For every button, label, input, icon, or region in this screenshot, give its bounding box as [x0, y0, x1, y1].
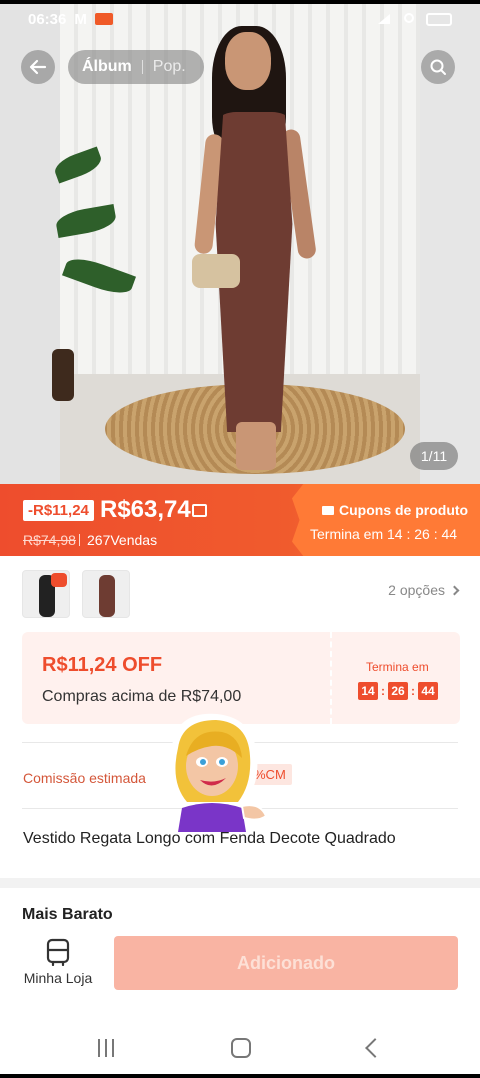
voucher-timer: 14 : 26 : 44 [358, 682, 438, 700]
timer-colon: : [381, 684, 385, 698]
media-tabs: Álbum Pop. [68, 50, 204, 84]
coupon-timer: Termina em 14 : 26 : 44 [310, 526, 458, 542]
timer-colon: : [411, 684, 415, 698]
variant-thumb-brown[interactable] [82, 570, 130, 618]
photo-model-legs [236, 422, 276, 470]
store-label: Minha Loja [23, 970, 93, 986]
search-button[interactable] [421, 50, 455, 84]
timer-hours: 14 [358, 682, 378, 700]
battery-icon [426, 12, 452, 26]
price-divider [79, 534, 80, 546]
discount-badge: -R$11,24 [23, 500, 94, 521]
photo-model-head [225, 32, 271, 90]
gmail-icon: M [74, 10, 87, 28]
current-price: R$63,74 [100, 496, 191, 523]
coupon-title[interactable]: Cupons de produto [322, 502, 468, 518]
location-icon [404, 13, 414, 23]
nav-back-button[interactable] [364, 1038, 385, 1058]
back-button[interactable] [21, 50, 55, 84]
my-store-button[interactable]: Minha Loja [20, 938, 96, 986]
original-price: R$74,98 [23, 532, 76, 548]
store-icon [46, 938, 70, 966]
tab-pop[interactable]: Pop. [153, 58, 186, 76]
status-time: 06:36 [28, 10, 67, 28]
section-title: Mais Barato [22, 906, 113, 923]
hot-icon [51, 573, 67, 587]
arrow-left-icon [29, 59, 47, 75]
coupon-title-label: Cupons de produto [339, 502, 469, 518]
voucher-divider [330, 632, 332, 724]
section-separator [0, 878, 480, 888]
voucher-ends-label: Termina em [366, 660, 429, 674]
coupon-panel[interactable] [292, 484, 480, 556]
photo-plant-pot [52, 349, 74, 401]
system-nav-bar [0, 1026, 480, 1070]
photo-leaf [62, 252, 136, 300]
options-link[interactable]: 2 opções [388, 582, 460, 598]
timer-seconds: 44 [418, 682, 438, 700]
search-icon [430, 59, 446, 75]
tab-divider [141, 60, 143, 74]
coupon-icon [322, 505, 334, 515]
add-button[interactable]: Adicionado [114, 936, 458, 990]
ticket-icon [192, 504, 207, 517]
product-image-carousel[interactable]: 06:36 M Álbum Pop. 1/11 [0, 4, 480, 484]
voucher-condition: Compras acima de R$74,00 [42, 688, 242, 705]
sold-count: 267Vendas [87, 532, 158, 548]
options-label: 2 opções [388, 582, 445, 598]
cartoon-sticker [168, 713, 268, 832]
price-banner: -R$11,24 R$63,74 R$74,98 267Vendas Cupon… [0, 484, 480, 556]
timer-minutes: 26 [388, 682, 408, 700]
tab-album[interactable]: Álbum [82, 58, 132, 76]
photo-leaf [54, 203, 118, 239]
voucher-amount: R$11,24 OFF [42, 654, 163, 676]
image-counter: 1/11 [410, 442, 458, 470]
variant-selector[interactable]: 2 opções [0, 556, 480, 622]
photo-bag [192, 254, 240, 288]
home-button[interactable] [230, 1038, 251, 1058]
product-page: 06:36 M Álbum Pop. 1/11 -R$11,24 R$63,74… [0, 4, 480, 1074]
variant-figure [99, 575, 115, 617]
signal-icon [378, 14, 390, 24]
commission-label: Comissão estimada [23, 770, 146, 786]
chevron-right-icon [449, 585, 460, 595]
variant-thumb-black[interactable] [22, 570, 70, 618]
record-icon [94, 13, 113, 25]
recents-button[interactable] [98, 1039, 115, 1057]
status-bar: 06:36 M [0, 4, 480, 34]
photo-leaf [51, 146, 105, 184]
